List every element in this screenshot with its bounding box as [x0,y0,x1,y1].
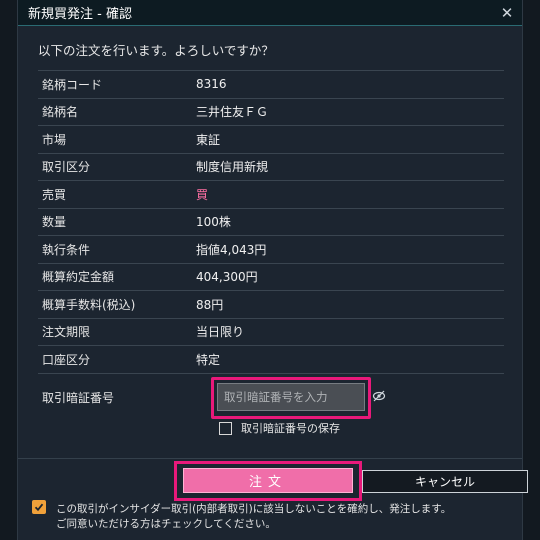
close-icon[interactable]: ✕ [498,4,516,22]
detail-row-execution: 執行条件 指値4,043円 [38,236,504,264]
detail-label: 市場 [42,132,67,147]
insider-line1: この取引がインサイダー取引(内部者取引)に該当しないことを確約し、発注します。 [56,503,452,515]
cancel-button[interactable]: キャンセル [362,470,528,493]
detail-label: 口座区分 [42,352,91,367]
footer-divider [18,458,522,459]
eye-slash-icon[interactable] [372,389,386,403]
password-label: 取引暗証番号 [42,391,115,405]
detail-value: 8316 [196,77,227,92]
save-password-checkbox[interactable] [219,421,232,435]
detail-row-code: 銘柄コード 8316 [38,71,504,99]
detail-row-trade-type: 取引区分 制度信用新規 [38,154,504,181]
detail-value: 88円 [196,297,224,312]
detail-value: 三井住友ＦＧ [196,105,269,120]
detail-row-market: 市場 東証 [38,126,504,154]
detail-value: 指値4,043円 [196,242,267,257]
detail-label: 数量 [42,215,67,230]
checkmark-icon [34,503,44,512]
order-button[interactable]: 注文 [183,468,353,493]
order-details-table: 銘柄コード 8316 銘柄名 三井住友ＦＧ 市場 東証 取引区分 制度信用新規 … [38,70,504,374]
dialog-title: 新規買発注 - 確認 [28,7,132,22]
detail-value: 東証 [196,132,221,147]
detail-label: 執行条件 [42,242,91,257]
detail-row-name: 銘柄名 三井住友ＦＧ [38,99,504,126]
detail-label: 売買 [42,187,67,202]
detail-value-buy: 買 [196,187,209,202]
detail-label: 銘柄名 [42,105,79,120]
insider-line2: ご同意いただける方はチェックしてください。 [56,518,276,530]
detail-row-side: 売買 買 [38,181,504,209]
insider-agreement-checkbox[interactable] [32,500,46,514]
detail-row-fee: 概算手数料(税込) 88円 [38,291,504,319]
detail-label: 取引区分 [42,160,91,175]
detail-row-expiry: 注文期限 当日限り [38,319,504,346]
detail-row-account: 口座区分 特定 [38,346,504,374]
detail-value: 100株 [196,215,231,230]
detail-label: 概算手数料(税込) [42,297,136,312]
detail-row-amount: 概算約定金額 404,300円 [38,264,504,291]
trade-password-input[interactable] [217,383,365,411]
confirm-question: 以下の注文を行います。よろしいですか？ [38,43,274,58]
detail-row-quantity: 数量 100株 [38,209,504,236]
order-confirm-dialog: 新規買発注 - 確認 ✕ 以下の注文を行います。よろしいですか？ 銘柄コード 8… [17,0,528,540]
insider-agreement-text: この取引がインサイダー取引(内部者取引)に該当しないことを確約し、発注します。 … [56,502,516,532]
save-password-row: 取引暗証番号の保存 [219,420,340,436]
save-password-label: 取引暗証番号の保存 [241,422,340,435]
detail-label: 注文期限 [42,325,91,340]
detail-label: 銘柄コード [42,77,103,92]
detail-value: 制度信用新規 [196,160,269,175]
dialog-titlebar: 新規買発注 - 確認 ✕ [18,0,522,26]
detail-value: 404,300円 [196,270,258,285]
detail-label: 概算約定金額 [42,270,115,285]
detail-value: 当日限り [196,325,245,340]
detail-value: 特定 [196,352,221,367]
